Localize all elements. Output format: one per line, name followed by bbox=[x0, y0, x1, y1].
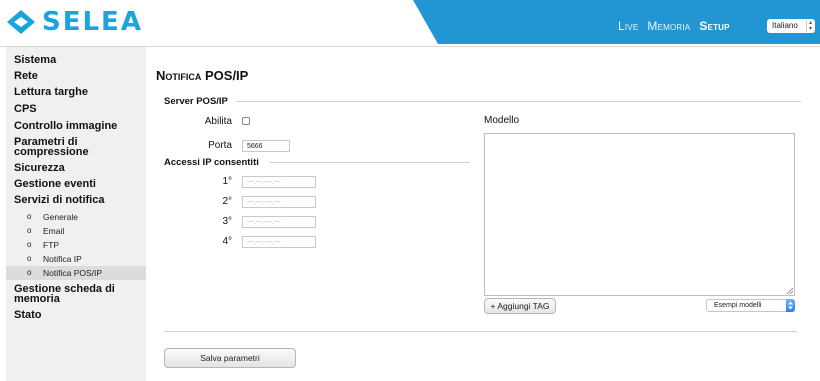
add-tag-button[interactable]: + Aggiungi TAG bbox=[484, 298, 556, 314]
language-selected: Italiano bbox=[772, 21, 798, 30]
sidebar-item-cps[interactable]: CPS bbox=[14, 104, 37, 115]
section-title-server: Server POS/IP bbox=[164, 96, 228, 107]
resize-grip-icon[interactable] bbox=[786, 287, 794, 295]
sidebar-subitem-notifica-pos-ip[interactable]: o Notifica POS/IP bbox=[6, 266, 146, 280]
bullet-icon: o bbox=[27, 226, 32, 235]
ip-entry-label-4: 4° bbox=[222, 236, 232, 247]
select-arrows-icon: ▴ ▾ bbox=[806, 20, 814, 32]
sidebar-item-sicurezza[interactable]: Sicurezza bbox=[14, 163, 65, 174]
brand-name: SELEA bbox=[42, 7, 143, 37]
nav-memoria[interactable]: Memoria bbox=[647, 19, 690, 33]
bullet-icon: o bbox=[27, 240, 32, 249]
sidebar: Sistema Rete Lettura targhe CPS Controll… bbox=[6, 47, 146, 381]
sidebar-subitem-ftp[interactable]: o FTP bbox=[6, 238, 146, 252]
sidebar-item-sistema[interactable]: Sistema bbox=[14, 55, 56, 66]
select-arrows-icon bbox=[786, 299, 795, 312]
save-button[interactable]: Salva parametri bbox=[164, 348, 296, 368]
sidebar-subitem-email[interactable]: o Email bbox=[6, 224, 146, 238]
sidebar-subitem-label: FTP bbox=[43, 240, 60, 250]
ip-input-2[interactable] bbox=[242, 196, 316, 208]
modello-label: Modello bbox=[484, 115, 520, 126]
sidebar-subitem-generale[interactable]: o Generale bbox=[6, 210, 146, 224]
sidebar-item-controllo-immagine[interactable]: Controllo immagine bbox=[14, 121, 117, 132]
sidebar-item-parametri-compressione[interactable]: Parametri di compressione bbox=[14, 137, 124, 158]
esempi-modelli-selected: Esempi modelli bbox=[714, 302, 762, 309]
sidebar-item-gestione-eventi[interactable]: Gestione eventi bbox=[14, 179, 96, 190]
sidebar-subitem-label: Notifica IP bbox=[43, 254, 82, 264]
ip-input-4[interactable] bbox=[242, 236, 316, 248]
section-divider bbox=[236, 101, 801, 102]
page-title: Notifica POS/IP bbox=[156, 68, 249, 83]
sidebar-subitem-label: Notifica POS/IP bbox=[43, 268, 103, 278]
porta-input[interactable] bbox=[242, 140, 290, 152]
ip-entry-label-3: 3° bbox=[222, 216, 232, 227]
section-divider bbox=[270, 162, 470, 163]
ip-input-1[interactable] bbox=[242, 176, 316, 188]
sidebar-subitem-notifica-ip[interactable]: o Notifica IP bbox=[6, 252, 146, 266]
nav-setup[interactable]: Setup bbox=[699, 19, 729, 33]
porta-label: Porta bbox=[208, 140, 232, 151]
abilita-label: Abilita bbox=[204, 116, 232, 127]
nav-live[interactable]: Live bbox=[618, 19, 638, 33]
ip-entry-label-1: 1° bbox=[222, 176, 232, 187]
section-title-ip-access: Accessi IP consentiti bbox=[164, 157, 259, 168]
ip-input-3[interactable] bbox=[242, 216, 316, 228]
ip-entry-label-2: 2° bbox=[222, 196, 232, 207]
header: SELEA Live Memoria Setup Italiano ▴ ▾ bbox=[0, 0, 820, 44]
bullet-icon: o bbox=[27, 268, 32, 277]
sidebar-item-lettura-targhe[interactable]: Lettura targhe bbox=[14, 87, 88, 98]
sidebar-item-stato[interactable]: Stato bbox=[14, 310, 42, 321]
selea-logo[interactable]: SELEA bbox=[6, 8, 143, 36]
sidebar-item-rete[interactable]: Rete bbox=[14, 71, 38, 82]
sidebar-item-servizi-notifica[interactable]: Servizi di notifica bbox=[14, 195, 104, 206]
bullet-icon: o bbox=[27, 212, 32, 221]
sidebar-item-gestione-scheda-memoria[interactable]: Gestione scheda di memoria bbox=[14, 284, 124, 305]
sidebar-subitem-label: Email bbox=[43, 226, 65, 236]
esempi-modelli-select[interactable]: Esempi modelli bbox=[706, 299, 795, 312]
top-nav: Live Memoria Setup bbox=[618, 19, 730, 33]
bullet-icon: o bbox=[27, 254, 32, 263]
modello-textarea[interactable] bbox=[484, 133, 795, 296]
abilita-checkbox[interactable] bbox=[242, 117, 250, 125]
footer-divider bbox=[164, 331, 797, 332]
language-select[interactable]: Italiano ▴ ▾ bbox=[767, 19, 815, 33]
sidebar-subitem-label: Generale bbox=[43, 212, 78, 222]
selea-logo-icon bbox=[7, 10, 35, 34]
